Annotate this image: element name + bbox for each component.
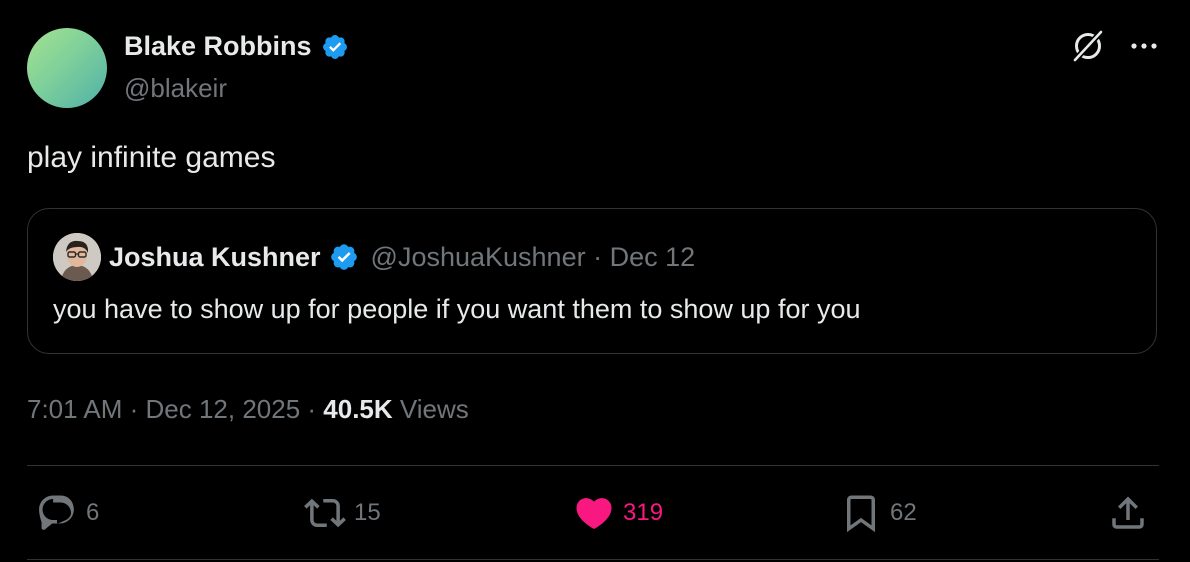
author-avatar[interactable] bbox=[27, 28, 107, 108]
quoted-author-name[interactable]: Joshua Kushner bbox=[109, 242, 321, 273]
quoted-author-avatar[interactable] bbox=[53, 233, 101, 281]
quoted-tweet-header: Joshua Kushner @JoshuaKushner · Dec 12 bbox=[53, 233, 695, 281]
like-count: 319 bbox=[623, 499, 664, 526]
views-count: 40.5K bbox=[323, 394, 393, 424]
bookmark-count: 62 bbox=[890, 499, 917, 526]
bookmark-button[interactable]: 62 bbox=[840, 492, 917, 534]
quoted-tweet-text: you have to show up for people if you wa… bbox=[53, 294, 861, 324]
verified-badge-icon bbox=[322, 34, 347, 59]
quoted-tweet[interactable]: Joshua Kushner @JoshuaKushner · Dec 12 y… bbox=[27, 208, 1157, 354]
author-name-row[interactable]: Blake Robbins bbox=[124, 31, 349, 62]
author-handle[interactable]: @blakeir bbox=[124, 73, 227, 104]
top-right-actions bbox=[1068, 26, 1162, 66]
verified-badge-icon bbox=[330, 244, 357, 270]
timestamp[interactable]: 7:01 AM · Dec 12, 2025 · bbox=[27, 394, 323, 424]
tweet-timestamp-views: 7:01 AM · Dec 12, 2025 · 40.5K Views bbox=[27, 394, 469, 425]
divider bbox=[27, 559, 1159, 560]
repost-button[interactable]: 15 bbox=[304, 492, 381, 534]
bookmark-icon bbox=[847, 495, 875, 533]
share-icon bbox=[1112, 496, 1144, 529]
repost-count: 15 bbox=[354, 499, 381, 526]
reply-button[interactable]: 6 bbox=[36, 492, 99, 534]
grok-icon[interactable] bbox=[1068, 26, 1108, 66]
like-button[interactable]: 319 bbox=[573, 492, 663, 534]
divider bbox=[27, 465, 1159, 466]
repost-icon bbox=[304, 498, 346, 528]
more-icon[interactable] bbox=[1126, 28, 1162, 64]
like-icon bbox=[576, 498, 612, 530]
tweet-text: play infinite games bbox=[27, 141, 276, 174]
quoted-author-meta: @JoshuaKushner · Dec 12 bbox=[370, 241, 696, 272]
reply-icon bbox=[39, 495, 74, 530]
views-label: Views bbox=[399, 394, 469, 424]
share-button[interactable] bbox=[1107, 492, 1157, 534]
reply-count: 6 bbox=[86, 499, 100, 526]
author-name[interactable]: Blake Robbins bbox=[124, 31, 312, 62]
